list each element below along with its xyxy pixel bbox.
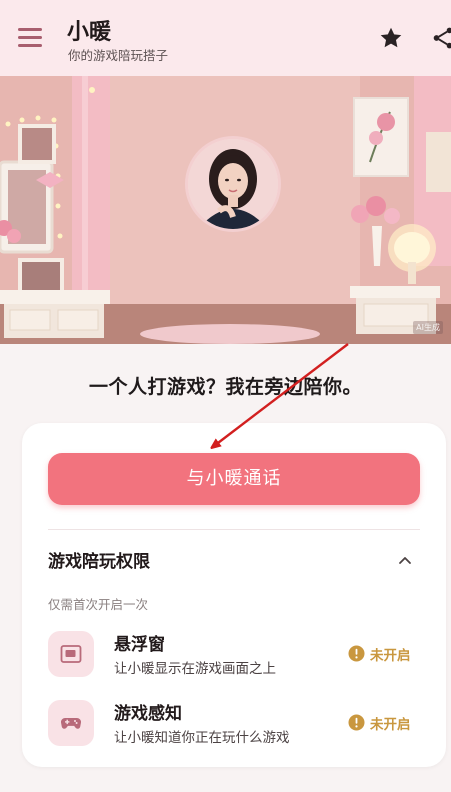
hamburger-menu-icon[interactable] bbox=[16, 24, 44, 50]
star-icon[interactable] bbox=[378, 25, 406, 51]
permission-name: 悬浮窗 bbox=[114, 635, 165, 655]
call-permission-card: 与小暖通话 游戏陪玩权限 仅需首次开启一次 悬浮窗 让小暖显示在游戏画面之上 未… bbox=[22, 423, 446, 767]
app-subtitle: 你的游戏陪玩搭子 bbox=[68, 48, 169, 63]
permission-row-game-awareness[interactable]: 游戏感知 让小暖知道你正在玩什么游戏 未开启 bbox=[48, 697, 420, 749]
permission-description: 让小暖知道你正在玩什么游戏 bbox=[114, 730, 290, 746]
warning-icon bbox=[348, 645, 365, 662]
permission-description: 让小暖显示在游戏画面之上 bbox=[114, 661, 276, 677]
permission-status[interactable]: 未开启 bbox=[348, 643, 420, 664]
avatar bbox=[185, 136, 281, 232]
hero-room-illustration: AI生成 bbox=[0, 76, 451, 344]
permission-status-text: 未开启 bbox=[370, 648, 411, 664]
permission-name: 游戏感知 bbox=[114, 704, 182, 724]
permission-status-text: 未开启 bbox=[370, 717, 411, 733]
tagline: 一个人打游戏？我在旁边陪你。 bbox=[88, 376, 362, 398]
app-title: 小暖 bbox=[67, 20, 112, 45]
share-icon[interactable] bbox=[430, 25, 451, 51]
permission-status[interactable]: 未开启 bbox=[348, 712, 420, 733]
app-header: 小暖 你的游戏陪玩搭子 bbox=[0, 0, 451, 76]
permission-row-floating-window[interactable]: 悬浮窗 让小暖显示在游戏画面之上 未开启 bbox=[48, 628, 420, 680]
call-button[interactable]: 与小暖通话 bbox=[48, 453, 420, 505]
chevron-up-icon[interactable] bbox=[394, 549, 416, 571]
floating-window-icon bbox=[48, 631, 94, 677]
permissions-note: 仅需首次开启一次 bbox=[48, 597, 149, 612]
permissions-title: 游戏陪玩权限 bbox=[48, 552, 150, 572]
divider bbox=[48, 529, 420, 530]
ai-generated-badge: AI生成 bbox=[413, 321, 443, 334]
warning-icon bbox=[348, 714, 365, 731]
gamepad-icon bbox=[48, 700, 94, 746]
